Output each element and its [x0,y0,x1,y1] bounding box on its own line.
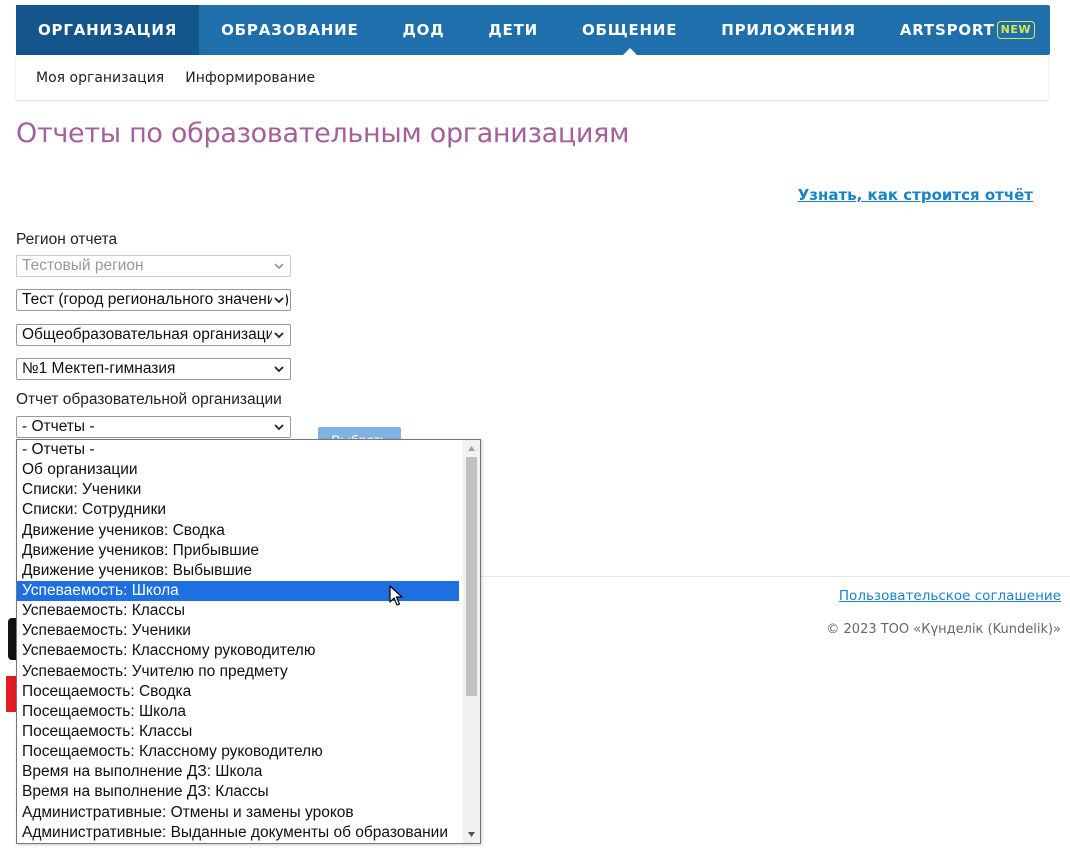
report-option[interactable]: Посещаемость: Классы [17,722,459,742]
city-select[interactable]: Тест (город регионального значения) [16,289,291,311]
chevron-down-icon [272,290,286,310]
report-option[interactable]: Движение учеников: Прибывшие [17,541,459,561]
dropdown-scrollbar[interactable] [463,440,480,843]
report-option[interactable]: Списки: Ученики [17,480,459,500]
subnav-my-organization[interactable]: Моя организация [36,70,164,86]
how-report-built-link[interactable]: Узнать, как строится отчёт [798,186,1033,204]
report-option[interactable]: Об организации [17,460,459,480]
footer-divider [480,576,1070,577]
chevron-down-icon [272,256,286,276]
school-select-value: №1 Мектеп-гимназия [22,360,176,377]
report-option[interactable]: Время на выполнение ДЗ: Классы [17,782,459,802]
scrollbar-thumb[interactable] [466,457,477,696]
sub-navigation: Моя организация Информирование [16,55,1048,100]
report-option[interactable]: Административные: Выданные документы об … [17,823,459,843]
nav-communication[interactable]: ОБЩЕНИЕ [560,5,699,55]
chevron-down-icon [272,325,286,345]
report-option[interactable]: Движение учеников: Сводка [17,521,459,541]
report-option[interactable]: Административные: Отмены и замены уроков [17,803,459,823]
report-select[interactable]: - Отчеты - [16,416,291,438]
page-title: Отчеты по образовательным организациям [16,118,630,149]
nav-apps[interactable]: ПРИЛОЖЕНИЯ [699,5,878,55]
report-option[interactable]: Посещаемость: Сводка [17,682,459,702]
chevron-down-icon [272,417,286,437]
region-select-value: Тестовый регион [22,257,144,274]
report-option[interactable]: Списки: Сотрудники [17,500,459,520]
nav-artsport-label: ARTSPORT [899,21,995,39]
report-select-value: - Отчеты - [22,418,95,435]
org-type-select[interactable]: Общеобразовательная организация [16,324,291,346]
school-select[interactable]: №1 Мектеп-гимназия [16,358,291,380]
org-type-select-value: Общеобразовательная организация [22,326,283,343]
report-option[interactable]: Время на выполнение ДЗ: Школа [17,762,459,782]
top-navigation: ОРГАНИЗАЦИЯ ОБРАЗОВАНИЕ ДОД ДЕТИ ОБЩЕНИЕ… [16,5,1050,55]
report-option[interactable]: Успеваемость: Учителю по предмету [17,662,459,682]
scroll-up-arrow-icon[interactable] [467,444,476,453]
partner-logo [6,676,16,712]
nav-dod[interactable]: ДОД [381,5,467,55]
report-option[interactable]: Успеваемость: Классному руководителю [17,641,459,661]
scroll-down-arrow-icon[interactable] [467,830,476,839]
user-agreement-link[interactable]: Пользовательское соглашение [839,588,1061,604]
report-dropdown-list[interactable]: - Отчеты - Об организации Списки: Ученик… [16,439,481,844]
nav-artsport[interactable]: ARTSPORT NEW [878,5,1057,55]
report-option[interactable]: Движение учеников: Выбывшие [17,561,459,581]
nav-organization[interactable]: ОРГАНИЗАЦИЯ [16,5,200,55]
copyright-text: © 2023 ТОО «Күнделік (Kundelik)» [826,622,1061,637]
report-option[interactable]: Посещаемость: Классному руководителю [17,742,459,762]
region-label: Регион отчета [16,231,118,248]
report-option[interactable]: - Отчеты - [17,440,459,460]
nav-children[interactable]: ДЕТИ [466,5,560,55]
chevron-down-icon [272,359,286,379]
region-select: Тестовый регион [16,255,291,277]
new-badge: NEW [996,21,1035,39]
report-option[interactable]: Успеваемость: Ученики [17,621,459,641]
city-select-value: Тест (город регионального значения) [22,291,290,308]
report-option[interactable]: Посещаемость: Школа [17,702,459,722]
subnav-informing[interactable]: Информирование [185,70,315,86]
mouse-cursor-icon [389,585,403,606]
app-store-badge[interactable] [8,618,16,660]
nav-education[interactable]: ОБРАЗОВАНИЕ [199,5,380,55]
report-label: Отчет образовательной организации [16,391,282,408]
